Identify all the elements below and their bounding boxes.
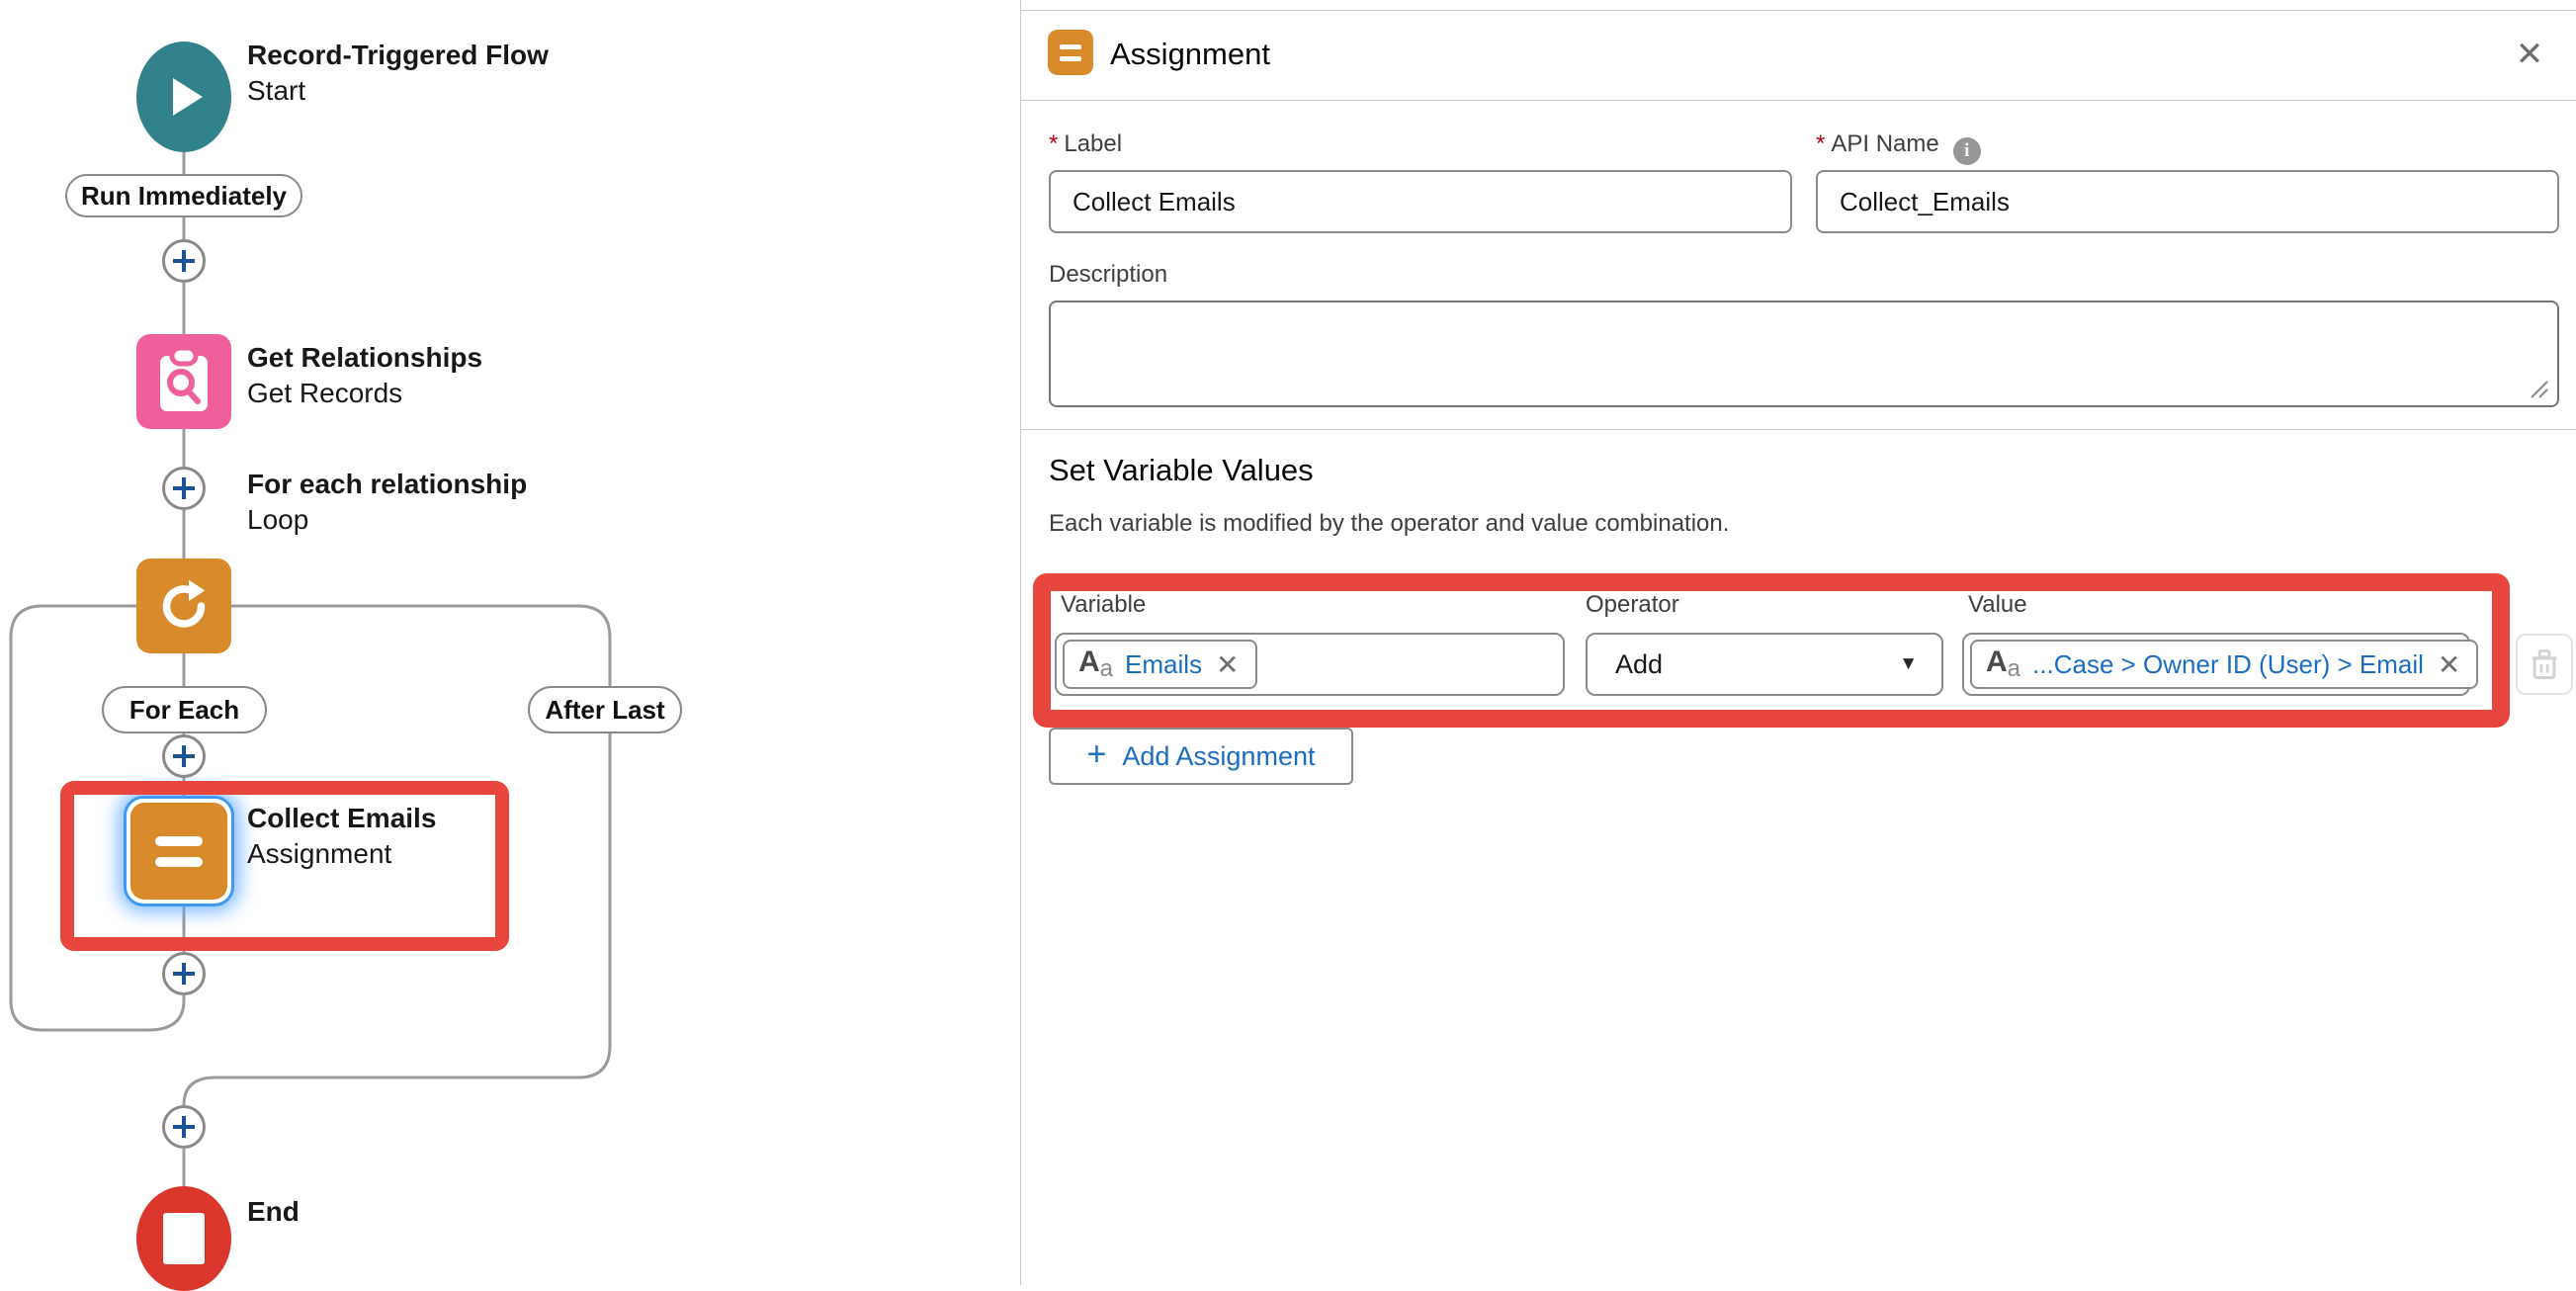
- end-node-label: End: [247, 1194, 300, 1230]
- assignment-node-icon[interactable]: [124, 796, 234, 906]
- get-records-subtitle: Get Records: [247, 376, 482, 411]
- add-element-button-4[interactable]: [162, 952, 206, 995]
- api-name-field-label: *API Namei: [1816, 130, 1981, 165]
- assignment-subtitle: Assignment: [247, 836, 436, 872]
- start-node-icon[interactable]: [136, 42, 231, 152]
- text-resource-icon: Aa: [1986, 647, 2020, 681]
- record-lookup-icon: [136, 334, 231, 429]
- delete-assignment-button: [2516, 634, 2573, 695]
- required-asterisk: *: [1049, 130, 1058, 157]
- after-last-badge: After Last: [528, 686, 682, 733]
- operator-selected-value: Add: [1615, 649, 1663, 680]
- loop-node-icon[interactable]: [136, 559, 231, 653]
- add-element-button-5[interactable]: [162, 1105, 206, 1149]
- description-field-label: Description: [1049, 261, 1167, 289]
- info-icon[interactable]: i: [1953, 137, 1981, 165]
- operator-column-label: Operator: [1586, 591, 1679, 619]
- variable-resource-pill[interactable]: Aa Emails ✕: [1063, 640, 1257, 689]
- assignment-title: Collect Emails: [247, 801, 436, 836]
- value-combobox[interactable]: Aa ...Case > Owner ID (User) > Email ✕: [1962, 633, 2470, 696]
- assignment-header-icon: [1048, 30, 1093, 75]
- run-immediately-badge: Run Immediately: [65, 174, 302, 217]
- section-description: Each variable is modified by the operato…: [1049, 510, 1729, 538]
- remove-variable-icon[interactable]: ✕: [1214, 648, 1241, 681]
- run-immediately-label: Run Immediately: [81, 181, 287, 212]
- loop-arrow-icon: [154, 576, 214, 636]
- remove-value-icon[interactable]: ✕: [2436, 648, 2462, 681]
- end-title: End: [247, 1194, 300, 1230]
- loop-node-label: For each relationship Loop: [247, 467, 527, 538]
- end-node-icon[interactable]: [136, 1186, 231, 1291]
- start-title: Record-Triggered Flow: [247, 38, 549, 73]
- add-element-button-1[interactable]: [162, 239, 206, 283]
- plus-icon: +: [1087, 735, 1107, 774]
- label-field-label: *Label: [1049, 130, 1122, 158]
- panel-title: Assignment: [1110, 37, 1270, 72]
- start-node-label: Record-Triggered Flow Start: [247, 38, 549, 109]
- assignment-node-label: Collect Emails Assignment: [247, 801, 436, 872]
- header-divider: [1021, 100, 2576, 101]
- value-resource-pill[interactable]: Aa ...Case > Owner ID (User) > Email ✕: [1970, 640, 2478, 689]
- description-input[interactable]: [1049, 301, 2559, 407]
- after-last-label: After Last: [545, 695, 664, 726]
- get-records-title: Get Relationships: [247, 340, 482, 376]
- loop-subtitle: Loop: [247, 502, 527, 538]
- stop-icon: [163, 1213, 205, 1264]
- flow-canvas: Record-Triggered Flow Start Run Immediat…: [0, 0, 1020, 1285]
- close-panel-button[interactable]: ✕: [2508, 33, 2551, 76]
- chevron-down-icon: ▼: [1899, 653, 1918, 675]
- value-column-label: Value: [1968, 591, 2027, 619]
- add-element-button-2[interactable]: [162, 467, 206, 510]
- variable-combobox[interactable]: Aa Emails ✕: [1055, 633, 1565, 696]
- for-each-badge: For Each: [102, 686, 267, 733]
- value-pill-label: ...Case > Owner ID (User) > Email: [2032, 649, 2424, 680]
- variable-pill-label: Emails: [1125, 649, 1202, 680]
- get-records-node-label: Get Relationships Get Records: [247, 340, 482, 411]
- text-resource-icon: Aa: [1078, 647, 1113, 681]
- start-subtitle: Start: [247, 73, 549, 109]
- assignment-property-panel: Assignment ✕ *Label *API Namei Descripti…: [1020, 0, 2576, 1285]
- section-heading: Set Variable Values: [1049, 453, 1314, 488]
- add-assignment-label: Add Assignment: [1122, 741, 1315, 772]
- add-element-button-3[interactable]: [162, 734, 206, 778]
- operator-select[interactable]: Add ▼: [1586, 633, 1943, 696]
- trash-icon: [2530, 648, 2559, 680]
- variable-column-label: Variable: [1061, 591, 1146, 619]
- get-records-node-icon[interactable]: [136, 334, 231, 429]
- section-divider: [1021, 429, 2576, 430]
- panel-header: Assignment ✕: [1021, 11, 2576, 100]
- label-input[interactable]: [1049, 170, 1792, 233]
- api-name-input[interactable]: [1816, 170, 2559, 233]
- required-asterisk: *: [1816, 130, 1825, 157]
- for-each-label: For Each: [129, 695, 239, 726]
- loop-title: For each relationship: [247, 467, 527, 502]
- play-icon: [173, 78, 203, 116]
- assignment-equals-icon: [130, 803, 227, 900]
- add-assignment-button[interactable]: + Add Assignment: [1049, 728, 1353, 785]
